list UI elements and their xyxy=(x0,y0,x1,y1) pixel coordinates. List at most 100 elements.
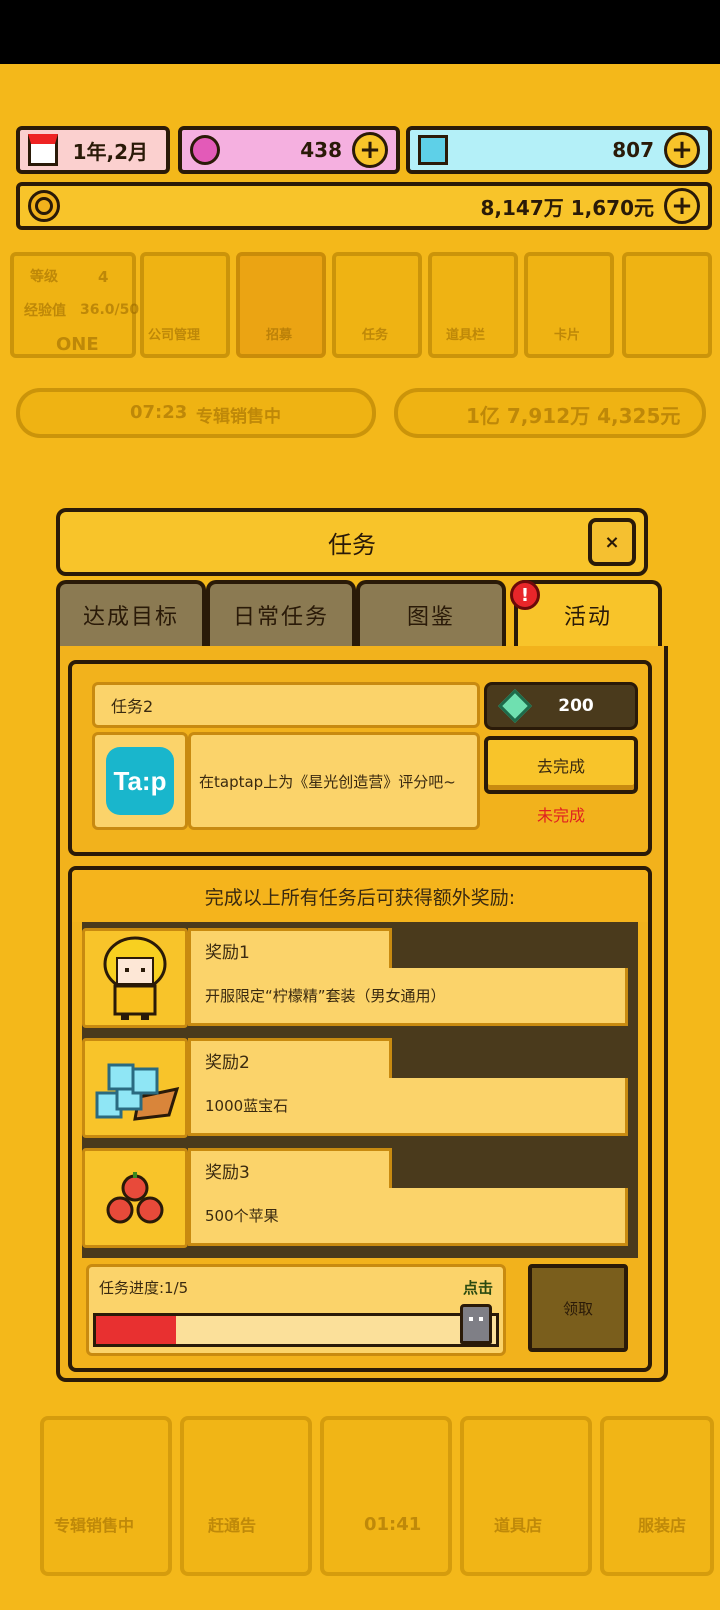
level-label: 等级 xyxy=(30,269,58,285)
progress-panel: 任务进度:1/5 点击 领取 xyxy=(82,1258,638,1362)
claim-button[interactable]: 领取 xyxy=(528,1264,628,1352)
reward-2-title: 奖励2 xyxy=(188,1038,392,1080)
lemon-girl-icon xyxy=(103,936,167,1020)
progress-bar xyxy=(93,1304,499,1347)
go-complete-label: 去完成 xyxy=(536,757,585,776)
calendar-icon xyxy=(28,134,58,166)
menu-card-label: 卡片 xyxy=(554,328,581,343)
add-pink-gem-button[interactable]: + xyxy=(352,132,388,168)
reward-3-title-text: 奖励3 xyxy=(205,1163,250,1183)
reward-2-desc-text: 1000蓝宝石 xyxy=(205,1097,289,1115)
nav-timer-button[interactable] xyxy=(320,1416,452,1576)
reward-2-desc: 1000蓝宝石 xyxy=(188,1078,628,1136)
reward-3-desc-text: 500个苹果 xyxy=(205,1207,279,1225)
close-button[interactable]: × xyxy=(588,518,636,566)
task-reward: 200 xyxy=(484,682,638,730)
taptap-logo-icon: Ta:p xyxy=(106,747,174,815)
nav-shop-button[interactable] xyxy=(460,1416,592,1576)
exp-label: 经验值 xyxy=(24,303,66,319)
menu-inventory-label: 道具栏 xyxy=(446,328,486,343)
nav-clothes-label: 服装店 xyxy=(638,1516,687,1535)
reward-2-title-text: 奖励2 xyxy=(205,1053,250,1073)
bonus-header-text: 完成以上所有任务后可获得额外奖励: xyxy=(204,886,516,909)
reward-3-desc: 500个苹果 xyxy=(188,1188,628,1246)
reward-row-3: 奖励3 500个苹果 xyxy=(82,1148,638,1248)
dialog-title-bar: 任务 × xyxy=(56,508,648,576)
task-reward-amount: 200 xyxy=(558,696,594,716)
date-value: 1年,2月 xyxy=(72,139,148,164)
taptap-logo-text: Ta:p xyxy=(113,765,167,796)
tab-goals-label: 达成目标 xyxy=(82,605,179,630)
task-name-bar: 任务2 xyxy=(92,682,480,728)
bonus-header: 完成以上所有任务后可获得额外奖励: xyxy=(72,870,648,922)
nav-shop-label: 道具店 xyxy=(494,1516,543,1535)
reward-1-desc: 开服限定“柠檬精”套装（男女通用） xyxy=(188,968,628,1026)
nav-album-button[interactable] xyxy=(40,1416,172,1576)
pink-gem-icon xyxy=(190,135,220,165)
close-icon: × xyxy=(604,531,620,553)
nav-timer-label: 01:41 xyxy=(364,1514,422,1535)
click-hint[interactable]: 点击 xyxy=(463,1277,493,1298)
reward-1-title: 奖励1 xyxy=(188,928,392,970)
apple-pile-icon xyxy=(106,1172,164,1224)
company-name: ONE xyxy=(56,334,99,355)
menu-recruit-label: 招募 xyxy=(266,328,293,343)
add-blue-gem-button[interactable]: + xyxy=(664,132,700,168)
nav-album-label: 专辑销售中 xyxy=(54,1516,135,1535)
bonus-section: 完成以上所有任务后可获得额外奖励: 奖励1 开服限定“柠檬精”套装（男女通用） xyxy=(68,866,652,1372)
reward-3-picture xyxy=(82,1148,188,1248)
total-money-value: 1亿 7,912万 4,325元 xyxy=(466,404,681,428)
alert-badge: ! xyxy=(510,580,540,610)
blue-gem-icon xyxy=(418,135,448,165)
task-icon-box: Ta:p xyxy=(92,732,188,830)
tab-collection-label: 图鉴 xyxy=(406,605,455,630)
reward-1-title-text: 奖励1 xyxy=(205,943,250,963)
task-description-box: 在taptap上为《星光创造营》评分吧~ xyxy=(188,732,480,830)
sales-time: 07:23 xyxy=(130,402,188,423)
tab-collection[interactable]: 图鉴 xyxy=(356,580,506,646)
nav-schedule-label: 赶通告 xyxy=(208,1516,257,1535)
mail-button[interactable] xyxy=(622,252,712,358)
dialog-title: 任务 xyxy=(328,530,376,559)
pink-gem-box: 438 + xyxy=(178,126,400,174)
exp-value: 36.0/50 xyxy=(80,302,140,318)
nav-schedule-button[interactable] xyxy=(180,1416,312,1576)
nav-clothes-button[interactable] xyxy=(600,1416,714,1576)
status-bar xyxy=(0,0,720,64)
pink-gem-value: 438 xyxy=(300,138,342,162)
blue-gem-value: 807 xyxy=(612,138,654,162)
claim-label: 领取 xyxy=(562,1299,593,1318)
blue-gem-pile-icon xyxy=(95,1063,180,1121)
tab-events-label: 活动 xyxy=(563,605,612,630)
money-box: 8,147万 1,670元 + xyxy=(16,182,712,230)
progress-label: 任务进度:1/5 xyxy=(99,1279,189,1297)
sales-status: 专辑销售中 xyxy=(196,407,281,427)
task-name: 任务2 xyxy=(111,697,154,716)
task-description: 在taptap上为《星光创造营》评分吧~ xyxy=(199,772,456,791)
menu-task-label: 任务 xyxy=(362,328,389,343)
tab-goals[interactable]: 达成目标 xyxy=(56,580,206,646)
alert-icon: ! xyxy=(520,584,530,606)
date-box: 1年,2月 xyxy=(16,126,170,174)
progress-fill xyxy=(96,1316,176,1344)
tab-daily[interactable]: 日常任务 xyxy=(206,580,356,646)
blue-gem-box: 807 + xyxy=(406,126,712,174)
reward-1-desc-text: 开服限定“柠檬精”套装（男女通用） xyxy=(205,987,446,1005)
coin-icon xyxy=(28,190,60,222)
reward-row-1: 奖励1 开服限定“柠檬精”套装（男女通用） xyxy=(82,928,638,1028)
cat-icon[interactable] xyxy=(460,1304,492,1344)
task-status: 未完成 xyxy=(536,806,585,825)
green-gem-icon xyxy=(498,689,532,723)
tab-daily-label: 日常任务 xyxy=(232,605,329,630)
level-value: 4 xyxy=(98,268,109,286)
task-card: 任务2 Ta:p 在taptap上为《星光创造营》评分吧~ 200 去完成 未完… xyxy=(68,660,652,856)
add-money-button[interactable]: + xyxy=(664,188,700,224)
progress-box: 任务进度:1/5 点击 xyxy=(86,1264,506,1356)
reward-row-2: 奖励2 1000蓝宝石 xyxy=(82,1038,638,1138)
money-value: 8,147万 1,670元 xyxy=(480,195,655,220)
reward-1-picture xyxy=(82,928,188,1028)
reward-2-picture xyxy=(82,1038,188,1138)
menu-company-label: 公司管理 xyxy=(148,328,201,343)
reward-3-title: 奖励3 xyxy=(188,1148,392,1190)
go-complete-button[interactable]: 去完成 xyxy=(484,736,638,794)
